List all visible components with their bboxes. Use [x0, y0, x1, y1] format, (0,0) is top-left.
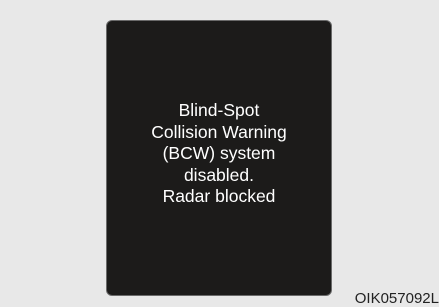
- cluster-display-panel: Blind-Spot Collision Warning (BCW) syste…: [106, 20, 332, 296]
- warning-line-4: disabled.: [183, 164, 255, 185]
- warning-line-5: Radar blocked: [162, 186, 276, 207]
- warning-line-2: Collision Warning: [151, 121, 287, 142]
- figure-code-label: OIK057092L: [354, 290, 439, 307]
- warning-line-3: (BCW) system: [162, 143, 276, 164]
- warning-line-1: Blind-Spot: [178, 100, 260, 121]
- bcw-warning-message: Blind-Spot Collision Warning (BCW) syste…: [151, 100, 287, 208]
